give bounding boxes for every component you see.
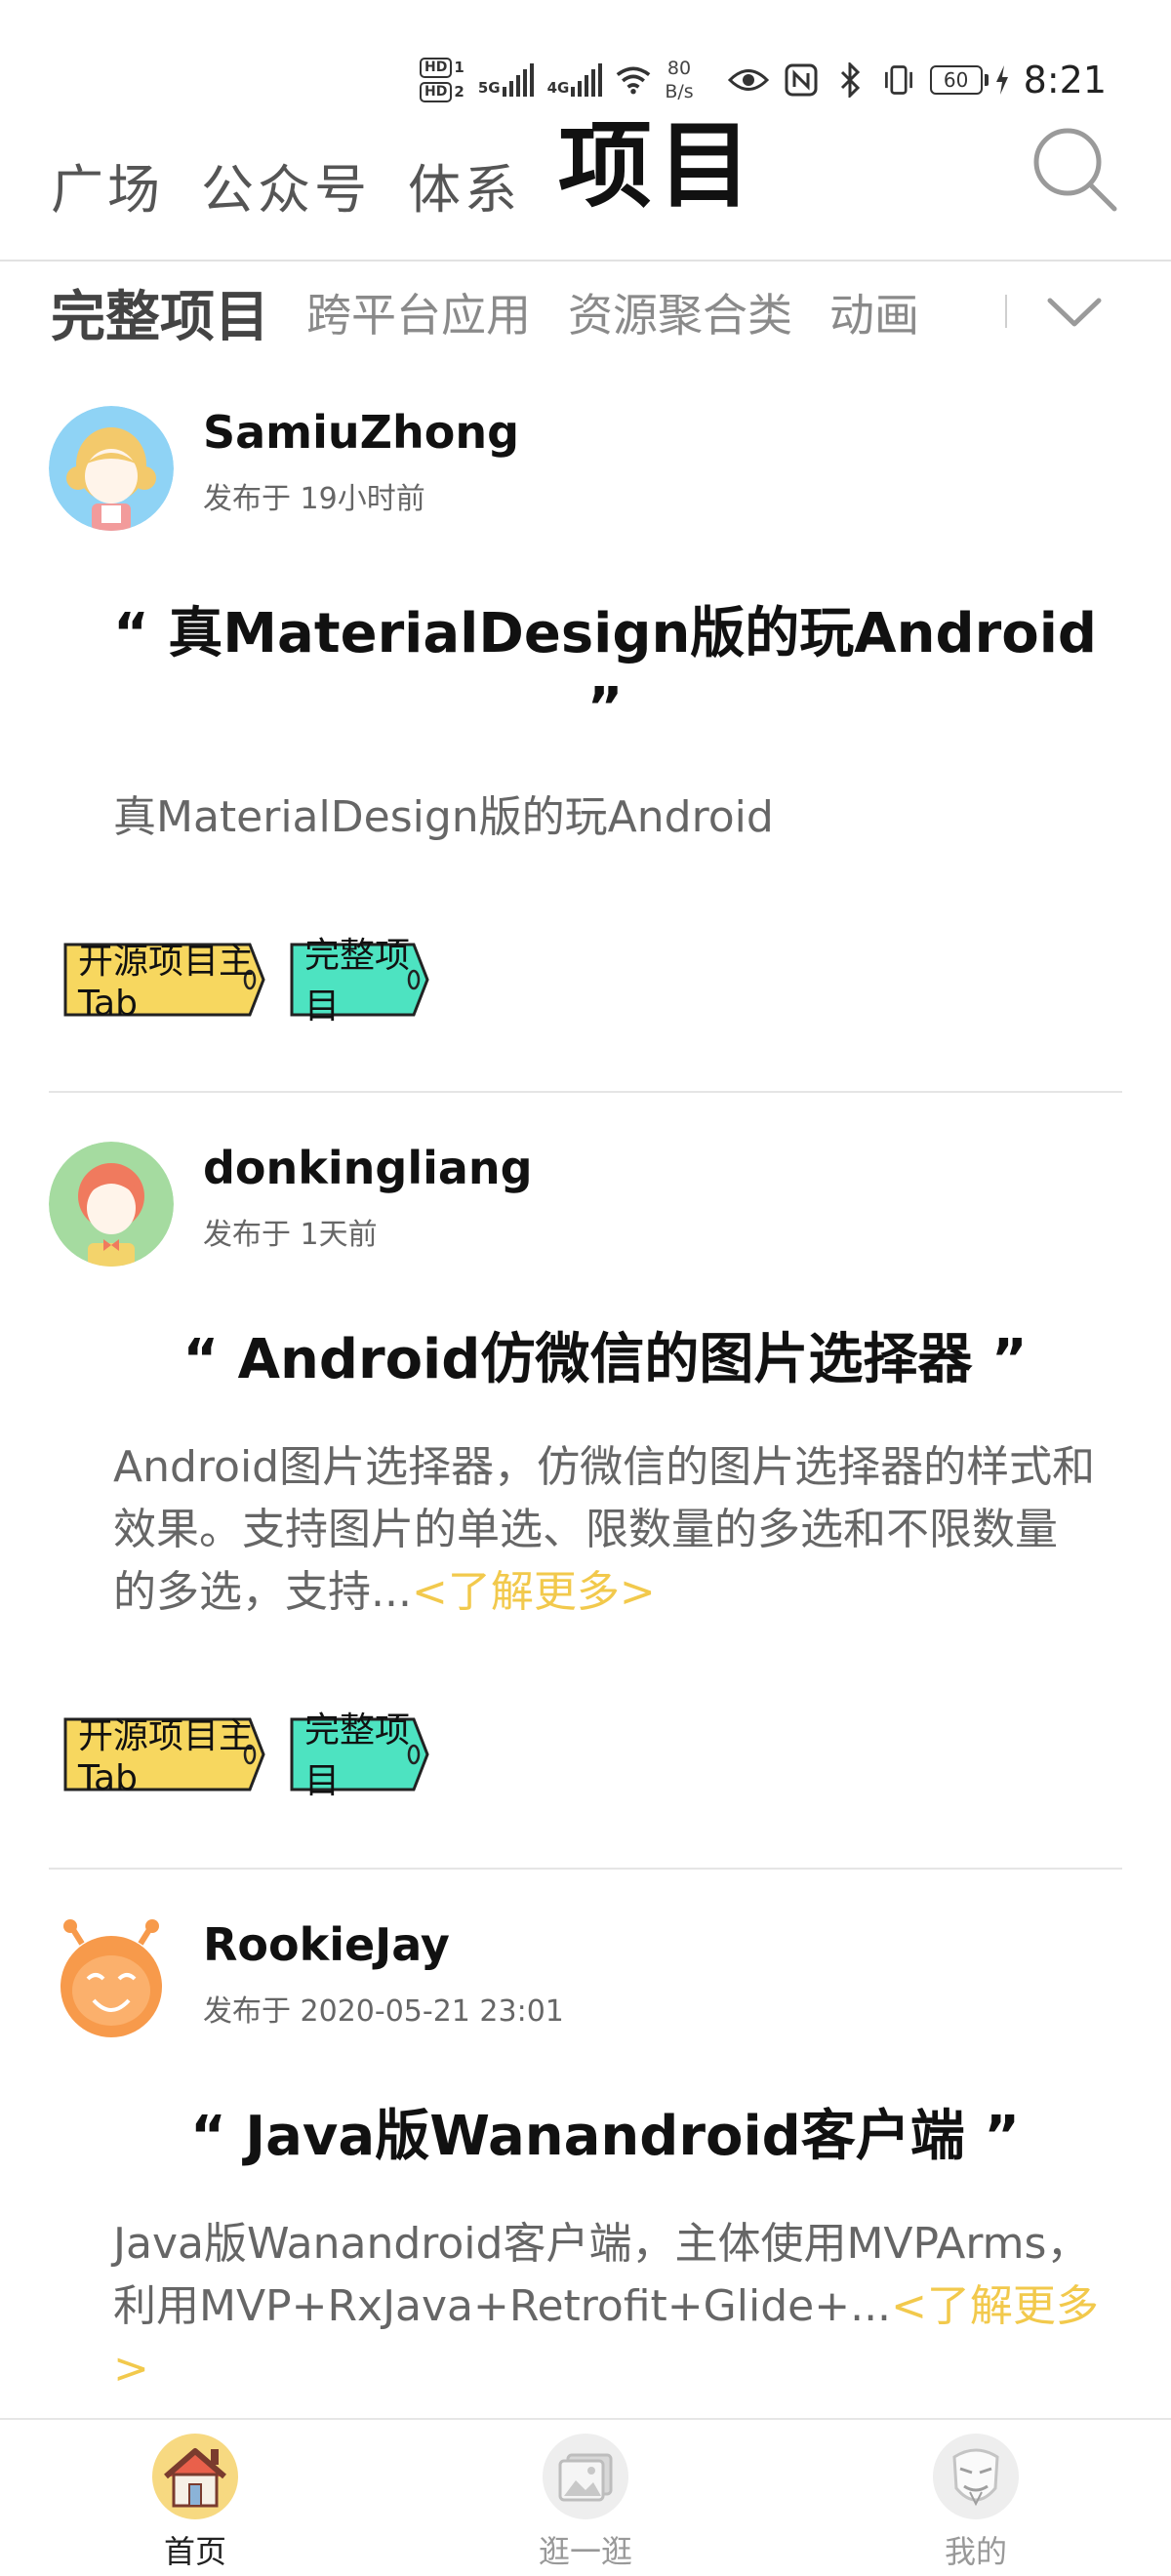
- photos-icon: [543, 2434, 628, 2519]
- author-name[interactable]: RookieJay: [203, 1918, 450, 1971]
- bottom-tab-home[interactable]: 首页: [98, 2428, 293, 2574]
- bottom-nav: 首页 逛一逛 我的: [0, 2418, 1171, 2576]
- article-title[interactable]: “ Android仿微信的图片选择器 ”: [107, 1323, 1103, 1397]
- author-name[interactable]: SamiuZhong: [203, 406, 519, 459]
- search-icon: [1033, 128, 1117, 212]
- charging-icon: [995, 65, 1008, 95]
- tag-list: 开源项目主Tab 完整项目: [62, 936, 431, 1026]
- girl-avatar-icon: [49, 406, 174, 531]
- article-card[interactable]: donkingliang 发布于 1天前 “ Android仿微信的图片选择器 …: [49, 1142, 1122, 1825]
- hd1-badge: HD: [420, 58, 453, 78]
- girl-red-hair-avatar-icon: [49, 1142, 174, 1267]
- mask-icon: [933, 2434, 1019, 2519]
- signal-4g-icon: 4G: [547, 63, 603, 97]
- tab-projects[interactable]: 项目: [558, 107, 757, 224]
- publish-time: 发布于 2020-05-21 23:01: [203, 1994, 564, 2029]
- publish-time: 发布于 19小时前: [203, 482, 425, 516]
- wifi-icon: [616, 62, 651, 98]
- publish-time: 发布于 1天前: [203, 1218, 378, 1252]
- bluetooth-icon: [832, 62, 868, 98]
- tag-open-source-main-tab[interactable]: 开源项目主Tab: [62, 1715, 267, 1798]
- article-desc: 真MaterialDesign版的玩Android: [113, 792, 774, 842]
- tag-list: 开源项目主Tab 完整项目: [62, 1711, 431, 1801]
- smiley-bug-avatar-icon: [61, 1919, 162, 2037]
- avatar[interactable]: [49, 406, 174, 531]
- chevron-down-icon: [1047, 298, 1102, 327]
- subtab-cross-platform[interactable]: 跨平台应用: [306, 280, 531, 344]
- tag-complete-project[interactable]: 完整项目: [289, 1711, 431, 1801]
- subtab-complete-projects[interactable]: 完整项目: [51, 273, 269, 351]
- article-card[interactable]: SamiuZhong 发布于 19小时前 “ 真MaterialDesign版的…: [49, 406, 1122, 1050]
- read-more-link[interactable]: <了解更多>: [412, 1567, 656, 1617]
- card-divider: [49, 1868, 1122, 1870]
- signal-5g-icon: 5G: [478, 63, 534, 97]
- author-name[interactable]: donkingliang: [203, 1142, 533, 1194]
- tab-official-accounts[interactable]: 公众号: [201, 156, 371, 224]
- tab-plaza[interactable]: 广场: [51, 156, 164, 224]
- clock: 8:21: [1023, 59, 1107, 101]
- vibrate-icon: [881, 62, 916, 98]
- tag-open-source-main-tab[interactable]: 开源项目主Tab: [62, 941, 267, 1024]
- nfc-icon: [784, 62, 819, 98]
- avatar[interactable]: [49, 1142, 174, 1267]
- subtab-animation[interactable]: 动画: [829, 280, 919, 344]
- bottom-tab-mine[interactable]: 我的: [878, 2428, 1073, 2574]
- top-nav: 广场 公众号 体系 项目: [51, 107, 757, 224]
- bottom-tab-explore[interactable]: 逛一逛: [488, 2428, 683, 2574]
- hd2-badge: HD: [420, 82, 453, 102]
- article-desc: Android图片选择器，仿微信的图片选择器的样式和效果。支持图片的单选、限数量…: [113, 1442, 1096, 1617]
- article-title[interactable]: “ Java版Wanandroid客户端 ”: [107, 2100, 1103, 2174]
- article-card[interactable]: RookieJay 发布于 2020-05-21 23:01 “ Java版Wa…: [49, 1918, 1122, 2416]
- status-icons: HD 1 HD 2 5G 4G 80 B/s 60 8:21: [420, 57, 1107, 103]
- home-icon: [152, 2434, 238, 2519]
- card-divider: [49, 1091, 1122, 1093]
- subtab-separator: [1005, 295, 1007, 328]
- avatar[interactable]: [49, 1918, 174, 2043]
- battery-icon: 60: [929, 65, 1010, 95]
- eye-icon: [727, 62, 770, 98]
- search-button[interactable]: [1030, 125, 1118, 213]
- article-desc: Java版Wanandroid客户端，主体使用MVPArms，利用MVP+RxJ…: [113, 2219, 1099, 2394]
- nav-divider: [0, 260, 1171, 262]
- sub-tabs: 完整项目 跨平台应用 资源聚合类 动画: [51, 273, 1066, 351]
- tab-system[interactable]: 体系: [408, 156, 521, 224]
- subtab-resource-aggregation[interactable]: 资源聚合类: [568, 280, 792, 344]
- expand-tabs-button[interactable]: [1040, 283, 1109, 342]
- article-title[interactable]: “ 真MaterialDesign版的玩Android ”: [107, 597, 1103, 745]
- tag-complete-project[interactable]: 完整项目: [289, 936, 431, 1026]
- net-speed: 80 B/s: [665, 58, 694, 102]
- hd-badges: HD 1 HD 2: [420, 58, 464, 102]
